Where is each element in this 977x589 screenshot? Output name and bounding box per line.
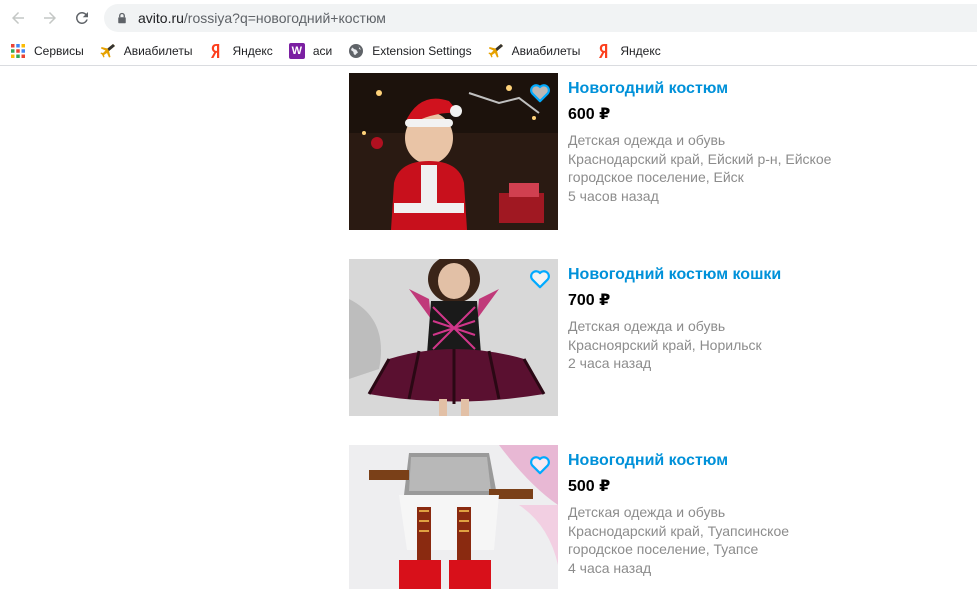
listing-title-link[interactable]: Новогодний костюм — [568, 451, 968, 471]
listing-category: Детская одежда и обувь — [568, 318, 726, 334]
listing-price: 500 ₽ — [568, 478, 611, 495]
bookmark-label: Авиабилеты — [511, 43, 581, 58]
listing-category: Детская одежда и обувь — [568, 504, 726, 520]
url-text: avito.ru/rossiya?q=новогодний+костюм — [138, 10, 386, 26]
bookmark-label: Яндекс — [620, 43, 661, 58]
listing-time: 2 часа назад — [568, 355, 652, 371]
listing-title-link[interactable]: Новогодний костюм кошки — [568, 265, 968, 285]
bookmark-label: аси — [312, 43, 333, 58]
listing-location-line: Краснодарский край, Туапсинское — [568, 522, 790, 539]
listing-item: Новогодний костюм 600 ₽ Детская одежда и… — [349, 73, 969, 233]
listing-info: Новогодний костюм 500 ₽ Детская одежда и… — [568, 445, 968, 577]
browser-toolbar: avito.ru/rossiya?q=новогодний+костюм — [0, 0, 977, 36]
heart-icon — [530, 84, 550, 103]
bookmark-label: Авиабилеты — [123, 43, 193, 58]
bookmark-asi[interactable]: W аси — [288, 38, 340, 64]
listing-meta: Детская одежда и обувь Красноярский край… — [568, 317, 968, 373]
listing-photo[interactable] — [349, 73, 558, 230]
listing-time: 4 часа назад — [568, 559, 652, 576]
bookmark-label: Яндекс — [232, 43, 273, 58]
bookmark-extension-settings[interactable]: Extension Settings — [348, 38, 479, 64]
url-host: avito.ru — [138, 10, 184, 26]
bookmarks-bar: Сервисы Авиабилеты Яндекс W аси Extensio… — [0, 36, 977, 66]
arrow-right-icon — [44, 12, 56, 24]
bookmark-aviabilety-2[interactable]: Авиабилеты — [488, 38, 589, 64]
w-icon: W — [288, 42, 305, 59]
arrow-left-icon — [12, 12, 24, 24]
listing-info: Новогодний костюм 600 ₽ Детская одежда и… — [568, 73, 968, 205]
listing-item: Новогодний костюм кошки 700 ₽ Детская од… — [349, 259, 969, 419]
bookmark-label: Сервисы — [34, 43, 84, 58]
listing-title-link[interactable]: Новогодний костюм — [568, 79, 968, 99]
listing-location-line: городское поселение, Туапсе — [568, 541, 759, 557]
lock-icon — [116, 11, 130, 25]
listing-meta: Детская одежда и обувь Краснодарский кра… — [568, 131, 968, 205]
forward-button[interactable] — [38, 6, 62, 30]
reload-icon — [75, 11, 88, 24]
listing-meta: Детская одежда и обувь Краснодарский кра… — [568, 503, 968, 577]
listing-item: Новогодний костюм 500 ₽ Детская одежда и… — [349, 445, 969, 589]
listing-photo[interactable] — [349, 445, 558, 589]
listing-category: Детская одежда и обувь — [568, 132, 726, 148]
search-results: Новогодний костюм 600 ₽ Детская одежда и… — [0, 67, 977, 589]
bookmark-yandex-2[interactable]: Яндекс — [596, 38, 668, 64]
airplane-icon — [488, 43, 504, 59]
favorite-button[interactable] — [529, 83, 551, 103]
listing-info: Новогодний костюм кошки 700 ₽ Детская од… — [568, 259, 968, 373]
listing-location-line: Краснодарский край, Ейский р-н, Ейское — [568, 150, 832, 167]
listing-location-line: городское поселение, Ейск — [568, 169, 744, 185]
address-bar[interactable]: avito.ru/rossiya?q=новогодний+костюм — [104, 4, 977, 32]
airplane-icon — [100, 43, 116, 59]
bookmark-aviabilety[interactable]: Авиабилеты — [100, 38, 201, 64]
favorite-button[interactable] — [529, 455, 551, 475]
heart-icon — [530, 270, 550, 289]
listing-location-line: Красноярский край, Норильск — [568, 336, 762, 353]
bookmark-services[interactable]: Сервисы — [10, 38, 92, 64]
listing-price: 700 ₽ — [568, 292, 611, 309]
back-button[interactable] — [6, 6, 30, 30]
reload-button[interactable] — [70, 6, 94, 30]
listing-price: 600 ₽ — [568, 106, 611, 123]
yandex-icon — [208, 43, 224, 59]
bookmark-label: Extension Settings — [372, 43, 472, 58]
listing-time: 5 часов назад — [568, 187, 659, 204]
url-path: /rossiya?q=новогодний+костюм — [183, 10, 386, 26]
favorite-button[interactable] — [529, 269, 551, 289]
bookmark-yandex[interactable]: Яндекс — [208, 38, 280, 64]
apps-grid-icon — [10, 43, 26, 59]
globe-icon — [348, 43, 364, 59]
listing-photo[interactable] — [349, 259, 558, 416]
heart-icon — [530, 456, 550, 475]
yandex-icon — [596, 43, 612, 59]
